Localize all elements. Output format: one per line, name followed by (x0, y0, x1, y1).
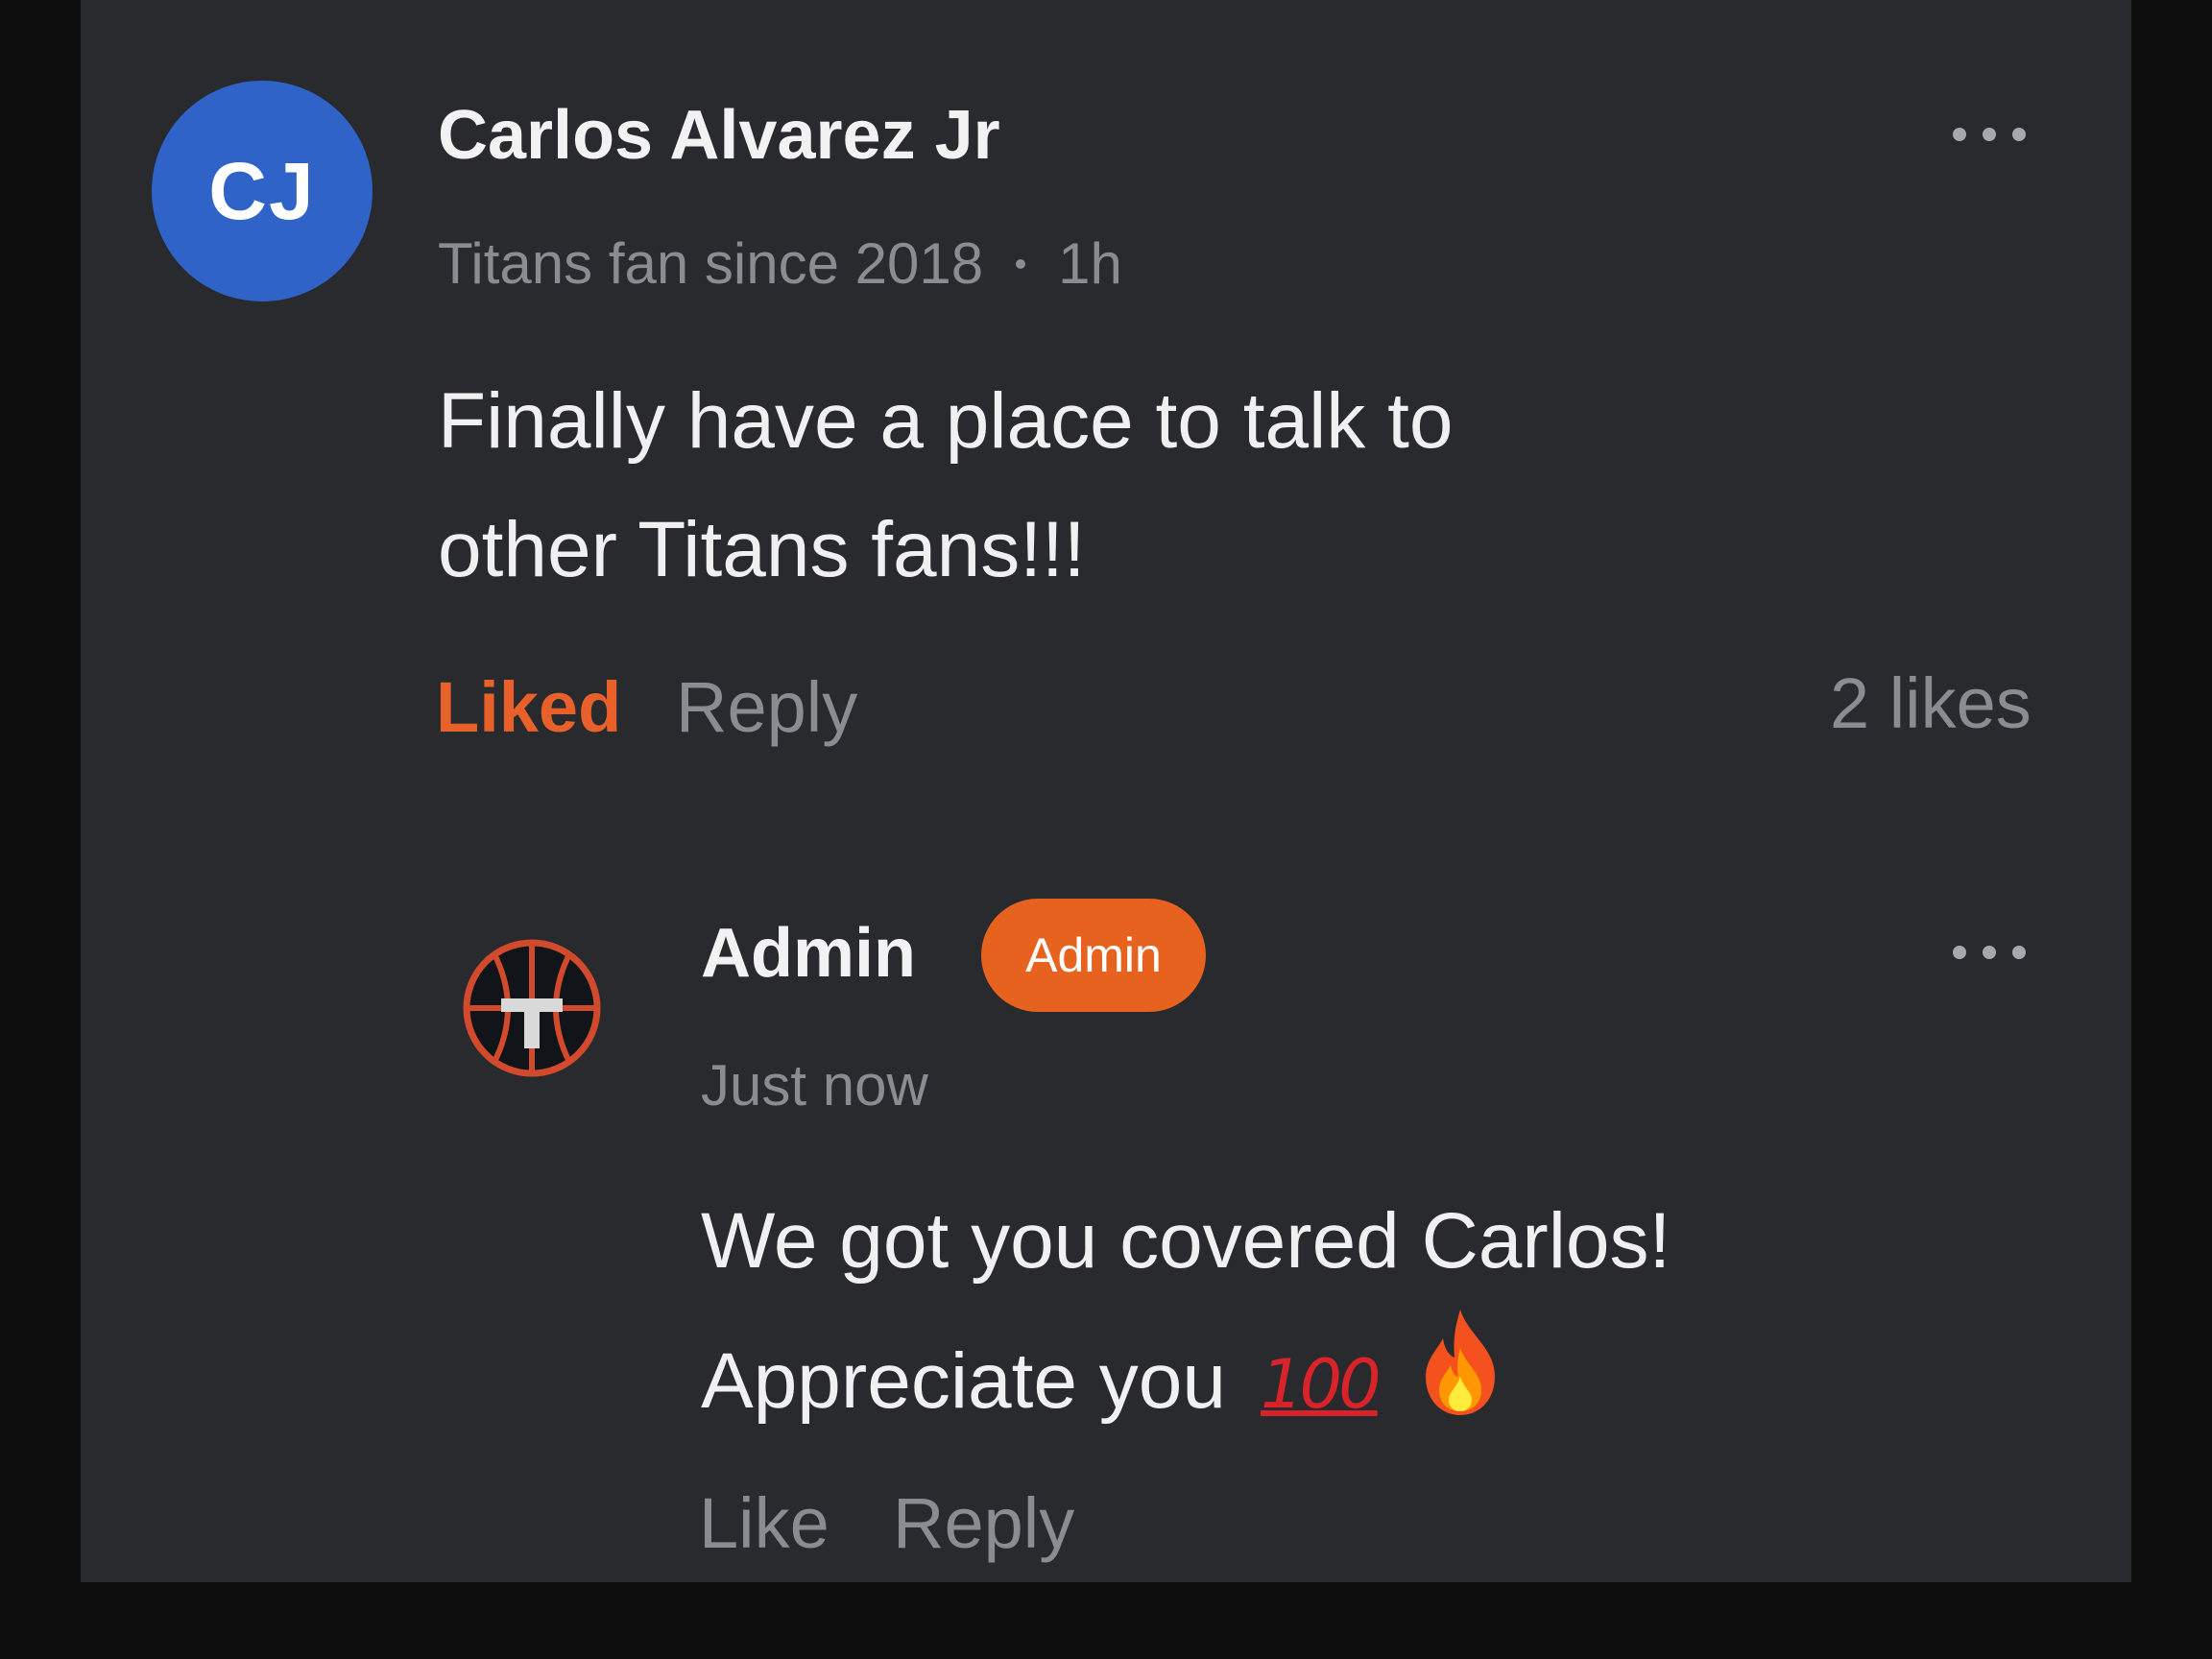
comment-thread: CJ Carlos Alvarez Jr Titans fan since 20… (81, 0, 2131, 1582)
titans-basketball-logo-icon[interactable] (455, 931, 609, 1085)
reply-timestamp: Just now (701, 1053, 928, 1118)
hundred-points-emoji-icon: 100 (1261, 1345, 1382, 1424)
comment-subtitle: Titans fan since 2018 (438, 231, 984, 296)
reply-more-options-icon[interactable] (1953, 941, 2026, 964)
avatar-initials: CJ (208, 145, 316, 236)
reply-body-line: We got you covered Carlos! (701, 1197, 1671, 1285)
admin-badge: Admin (981, 899, 1206, 1012)
comment-timestamp: 1h (1058, 231, 1122, 296)
comment-body-line: other Titans fans!!! (438, 506, 1086, 593)
separator-dot-icon (1016, 258, 1026, 269)
comment-body-line: Finally have a place to talk to (438, 377, 1454, 465)
reply-body-line: Appreciate you 100 (701, 1306, 1671, 1449)
reply-reply-button[interactable]: Reply (893, 1482, 1074, 1564)
reply-body: We got you covered Carlos! Appreciate yo… (701, 1177, 1671, 1449)
reply-body-text: Appreciate you (701, 1337, 1227, 1425)
comment-more-options-icon[interactable] (1953, 123, 2026, 146)
reply-author-name[interactable]: Admin (701, 914, 916, 993)
reply-like-button[interactable]: Like (699, 1482, 830, 1564)
fire-emoji-icon (1425, 1310, 1495, 1415)
reply-button[interactable]: Reply (676, 666, 857, 748)
comment-body: Finally have a place to talk to other Ti… (438, 357, 1453, 614)
likes-count[interactable]: 2 likes (1830, 662, 2032, 744)
like-button[interactable]: Liked (436, 666, 621, 748)
comment-meta: Titans fan since 2018 1h (438, 230, 1122, 297)
avatar[interactable]: CJ (152, 81, 373, 301)
comment-author-name[interactable]: Carlos Alvarez Jr (438, 96, 1000, 175)
